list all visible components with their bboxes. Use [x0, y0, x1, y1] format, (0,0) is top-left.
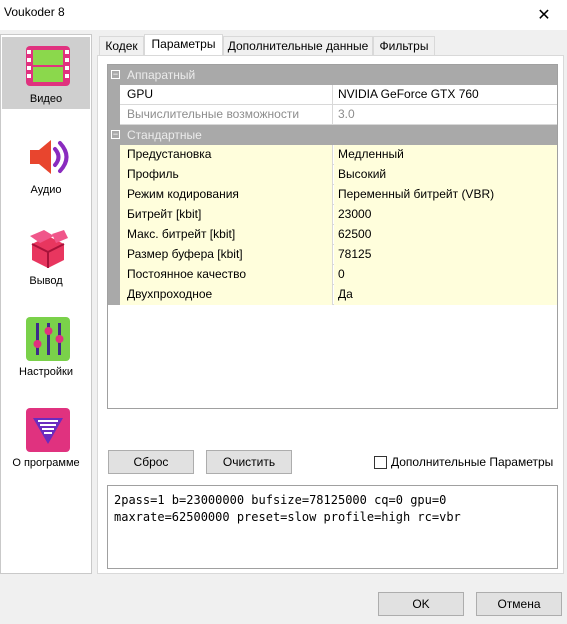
property-name: Макс. битрейт [kbit] [120, 225, 333, 245]
row-gutter [108, 205, 120, 225]
row-gutter [108, 265, 120, 285]
sidebar-item-label: О программе [12, 457, 80, 469]
voukoder-logo-icon [26, 408, 70, 452]
package-box-icon [30, 230, 68, 268]
tab-filters[interactable]: Фильтры [373, 36, 435, 56]
property-row-rate-control[interactable]: Режим кодирования Переменный битрейт (VB… [108, 185, 557, 205]
category-hardware[interactable]: − Аппаратный [108, 65, 557, 85]
property-name: Профиль [120, 165, 333, 185]
property-value[interactable]: Высокий [334, 165, 557, 185]
sidebar-item-audio[interactable]: Аудио [2, 128, 90, 200]
sidebar-item-label: Вывод [29, 275, 63, 287]
reset-button[interactable]: Сброс [108, 450, 194, 474]
parameters-panel: − Аппаратный GPU NVIDIA GeForce GTX 760 … [97, 55, 564, 574]
property-value[interactable]: 62500 [334, 225, 557, 245]
row-gutter [108, 145, 120, 165]
property-grid: − Аппаратный GPU NVIDIA GeForce GTX 760 … [107, 64, 558, 409]
property-row-constant-quality[interactable]: Постоянное качество 0 [108, 265, 557, 285]
property-name: Битрейт [kbit] [120, 205, 333, 225]
property-value: 3.0 [338, 107, 355, 121]
ok-button[interactable]: OK [378, 592, 464, 616]
property-row-bitrate[interactable]: Битрейт [kbit] 23000 [108, 205, 557, 225]
command-line-textarea[interactable]: 2pass=1 b=23000000 bufsize=78125000 cq=0… [107, 485, 558, 569]
window-title: Voukoder 8 [4, 5, 65, 19]
category-label: Аппаратный [127, 68, 196, 82]
collapse-icon[interactable]: − [111, 130, 120, 139]
property-row-max-bitrate[interactable]: Макс. битрейт [kbit] 62500 [108, 225, 557, 245]
row-gutter [108, 165, 120, 185]
film-strip-icon [26, 46, 70, 86]
sidebar-item-label: Аудио [30, 184, 62, 196]
tab-parameters[interactable]: Параметры [144, 34, 223, 57]
row-gutter [108, 105, 120, 125]
cancel-button[interactable]: Отмена [476, 592, 562, 616]
row-gutter [108, 245, 120, 265]
property-value[interactable]: 0 [334, 265, 557, 285]
row-gutter [108, 225, 120, 245]
property-value[interactable]: NVIDIA GeForce GTX 760 [334, 85, 557, 105]
tab-codec[interactable]: Кодек [99, 36, 144, 56]
window-body: Видео Аудио Вывод Настройки О программе … [0, 30, 567, 624]
property-name: Режим кодирования [120, 185, 333, 205]
sidebar-item-about[interactable]: О программе [2, 401, 90, 473]
property-name: Двухпроходное [120, 285, 333, 305]
advanced-params-toggle[interactable]: Дополнительные Параметры [374, 455, 553, 469]
property-value[interactable]: 78125 [334, 245, 557, 265]
title-bar: Voukoder 8 ✕ [0, 0, 567, 30]
clear-button[interactable]: Очистить [206, 450, 292, 474]
sidebar: Видео Аудио Вывод Настройки О программе [0, 34, 92, 574]
property-name: Размер буфера [kbit] [120, 245, 333, 265]
row-gutter [108, 85, 120, 105]
sidebar-item-label: Настройки [19, 366, 73, 378]
sidebar-item-video[interactable]: Видео [2, 37, 90, 109]
property-name: Предустановка [120, 145, 333, 165]
row-gutter [108, 285, 120, 305]
property-value[interactable]: Медленный [334, 145, 557, 165]
close-icon[interactable]: ✕ [521, 0, 567, 30]
sidebar-item-label: Видео [29, 93, 63, 105]
property-value[interactable]: Переменный битрейт (VBR) [334, 185, 557, 205]
row-gutter [108, 185, 120, 205]
category-label: Стандартные [127, 128, 202, 142]
tab-extra-data[interactable]: Дополнительные данные [223, 36, 373, 56]
property-row-buffer-size[interactable]: Размер буфера [kbit] 78125 [108, 245, 557, 265]
property-row-compute-capability: Вычислительные возможности 3.0 [108, 105, 557, 125]
property-name: Постоянное качество [120, 265, 333, 285]
advanced-params-label: Дополнительные Параметры [391, 455, 554, 469]
property-name: GPU [120, 85, 333, 105]
advanced-params-checkbox[interactable] [374, 455, 387, 469]
sidebar-item-output[interactable]: Вывод [2, 219, 90, 291]
property-row-profile[interactable]: Профиль Высокий [108, 165, 557, 185]
collapse-icon[interactable]: − [111, 70, 120, 79]
sidebar-item-settings[interactable]: Настройки [2, 310, 90, 382]
sliders-icon [26, 317, 70, 361]
property-row-preset[interactable]: Предустановка Медленный [108, 145, 557, 165]
property-row-two-pass[interactable]: Двухпроходное Да [108, 285, 557, 305]
category-standard[interactable]: − Стандартные [108, 125, 557, 145]
property-row-gpu[interactable]: GPU NVIDIA GeForce GTX 760 [108, 85, 557, 105]
property-value[interactable]: 23000 [334, 205, 557, 225]
speaker-icon [30, 140, 69, 174]
property-name: Вычислительные возможности [120, 105, 333, 125]
property-value[interactable]: Да [334, 285, 557, 305]
